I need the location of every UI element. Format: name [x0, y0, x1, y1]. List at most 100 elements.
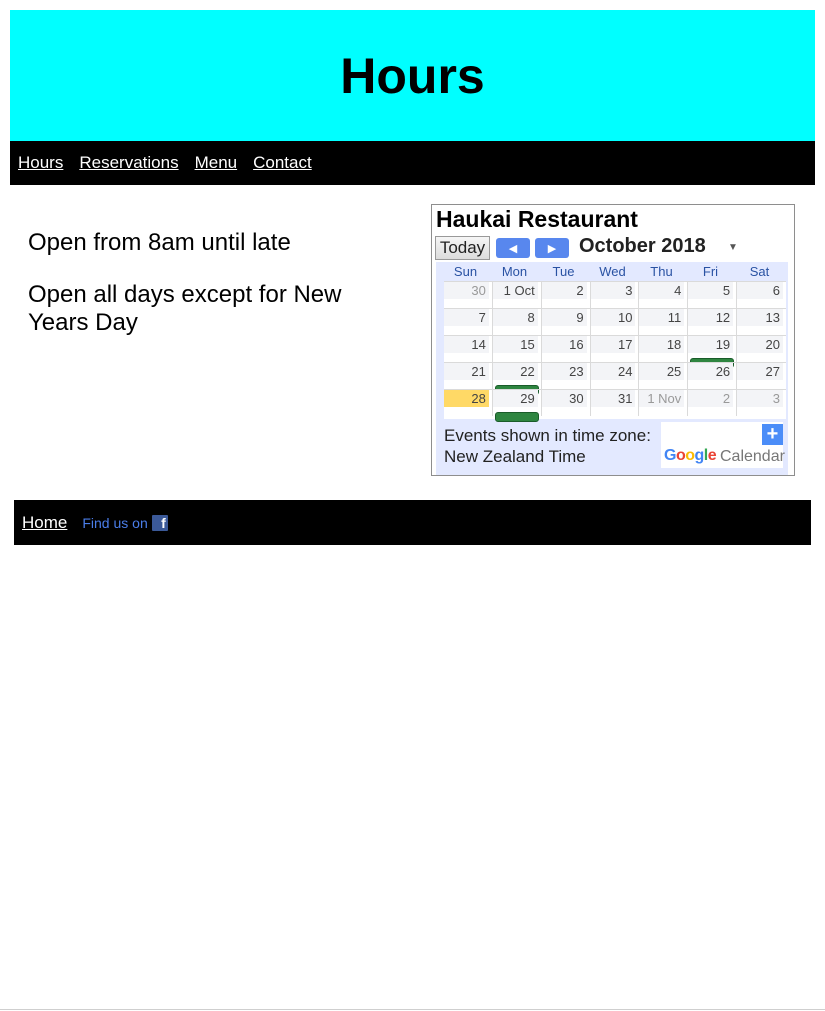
calendar-day[interactable]: 27	[737, 362, 787, 389]
calendar-day[interactable]: 14	[444, 335, 493, 362]
day-number: 10	[590, 309, 636, 326]
calendar-day[interactable]: 24	[590, 362, 640, 389]
calendar-day[interactable]: 2	[688, 389, 738, 416]
calendar-day[interactable]: 2	[541, 281, 591, 308]
calendar-day[interactable]: 1 Nov	[639, 389, 689, 416]
weekday-label: Fri	[702, 264, 719, 279]
calendar-day[interactable]: 26	[688, 362, 738, 389]
day-number: 3	[590, 282, 636, 299]
nav-link-menu[interactable]: Menu	[195, 153, 238, 173]
calendar-body: Sun Mon Tue Wed Thu Fri Sat 30 1 Oct 2 3…	[436, 262, 788, 475]
calendar-day[interactable]: 30	[444, 281, 493, 308]
calendar-day[interactable]: 17	[590, 335, 640, 362]
day-number: 12	[688, 309, 734, 326]
day-number: 1 Oct	[492, 282, 538, 299]
day-number: 28	[444, 390, 489, 407]
calendar-day[interactable]: 30	[541, 389, 591, 416]
plus-icon[interactable]: +	[762, 424, 783, 445]
find-us-facebook-link[interactable]: Find us on f	[82, 514, 168, 531]
right-arrow-icon: ▶	[547, 242, 557, 255]
day-number: 18	[639, 336, 685, 353]
day-number: 30	[541, 390, 587, 407]
calendar-week: 7 8 9 10 11 12 13	[444, 308, 787, 335]
day-number: 2	[688, 390, 734, 407]
calendar-day[interactable]: 12	[688, 308, 738, 335]
day-number: 30	[444, 282, 489, 299]
calendar-day[interactable]: 31	[590, 389, 640, 416]
calendar-day[interactable]: 21	[444, 362, 493, 389]
calendar-day-today[interactable]: 28	[444, 389, 493, 416]
day-number: 9	[541, 309, 587, 326]
find-us-label: Find us on	[82, 514, 148, 531]
calendar-day[interactable]: 9	[541, 308, 591, 335]
day-number: 16	[541, 336, 587, 353]
day-number: 13	[737, 309, 784, 326]
day-number: 25	[639, 363, 685, 380]
calendar-day[interactable]: 16	[541, 335, 591, 362]
footer-home-link[interactable]: Home	[22, 513, 67, 533]
day-number: 5	[688, 282, 734, 299]
event-chip[interactable]	[494, 412, 539, 422]
calendar-day[interactable]: 10	[590, 308, 640, 335]
calendar-week: 14 15 16 17 18 19 20	[444, 335, 787, 368]
hours-line: Open from 8am until late	[28, 229, 291, 256]
calendar-day[interactable]: 18	[639, 335, 689, 362]
weekday-label: Sat	[749, 264, 770, 279]
day-number: 26	[688, 363, 734, 380]
day-number: 24	[590, 363, 636, 380]
day-number: 2	[541, 282, 587, 299]
calendar-day[interactable]: 5	[688, 281, 738, 308]
left-arrow-icon: ◀	[508, 242, 518, 255]
google-calendar-badge[interactable]: + Google Calendar	[661, 422, 785, 468]
calendar-day[interactable]: 29	[492, 389, 542, 422]
caret-down-icon[interactable]: ▼	[728, 242, 738, 253]
page-header: Hours	[10, 10, 815, 141]
google-logo: Google	[664, 447, 717, 464]
nav-link-contact[interactable]: Contact	[253, 153, 312, 173]
weekday-label: Thu	[650, 264, 673, 279]
day-number: 19	[688, 336, 734, 353]
prev-month-button[interactable]: ◀	[496, 238, 530, 258]
calendar-day[interactable]: 8	[492, 308, 542, 335]
calendar-day[interactable]: 15	[492, 335, 542, 362]
calendar-day[interactable]: 7	[444, 308, 493, 335]
calendar-day[interactable]: 4	[639, 281, 689, 308]
calendar-day[interactable]: 22	[492, 362, 542, 395]
day-number: 8	[492, 309, 538, 326]
closed-days-line: Open all days except for New Years Day	[28, 281, 342, 336]
calendar-day[interactable]: 3	[737, 389, 787, 416]
calendar-week: 21 22 23 24 25 26 27	[444, 362, 787, 395]
calendar-day[interactable]: 1 Oct	[492, 281, 542, 308]
day-number: 23	[541, 363, 587, 380]
weekday-label: Wed	[599, 264, 626, 279]
day-number: 4	[639, 282, 685, 299]
calendar-day[interactable]: 11	[639, 308, 689, 335]
today-button[interactable]: Today	[435, 236, 490, 260]
calendar-widget: Haukai Restaurant Today ◀ ▶ October 2018…	[431, 204, 795, 476]
day-number: 21	[444, 363, 489, 380]
day-number: 11	[639, 309, 685, 326]
weekday-label: Sun	[453, 264, 478, 279]
day-number: 31	[590, 390, 636, 407]
day-number: 3	[737, 390, 784, 407]
facebook-icon: f	[151, 514, 168, 531]
calendar-day[interactable]: 20	[737, 335, 787, 362]
calendar-day[interactable]: 3	[590, 281, 640, 308]
next-month-button[interactable]: ▶	[535, 238, 569, 258]
nav-link-reservations[interactable]: Reservations	[79, 153, 178, 173]
timezone-note: Events shown in time zone: New Zealand T…	[444, 426, 651, 466]
calendar-grid: 30 1 Oct 2 3 4 5 6 7 8 9 10 11 12 13 14 …	[444, 281, 787, 422]
weekday-label: Tue	[552, 264, 575, 279]
calendar-title: Haukai Restaurant	[436, 206, 638, 232]
weekday-label: Mon	[501, 264, 528, 279]
calendar-day[interactable]: 6	[737, 281, 787, 308]
calendar-day[interactable]: 13	[737, 308, 787, 335]
page-footer: Home Find us on f	[14, 500, 811, 545]
month-label: October 2018	[579, 235, 706, 257]
nav-link-hours[interactable]: Hours	[18, 153, 63, 173]
calendar-brand-label: Calendar	[720, 448, 785, 465]
calendar-day[interactable]: 25	[639, 362, 689, 389]
day-number: 27	[737, 363, 784, 380]
calendar-day[interactable]: 23	[541, 362, 591, 389]
calendar-day[interactable]: 19	[688, 335, 738, 368]
